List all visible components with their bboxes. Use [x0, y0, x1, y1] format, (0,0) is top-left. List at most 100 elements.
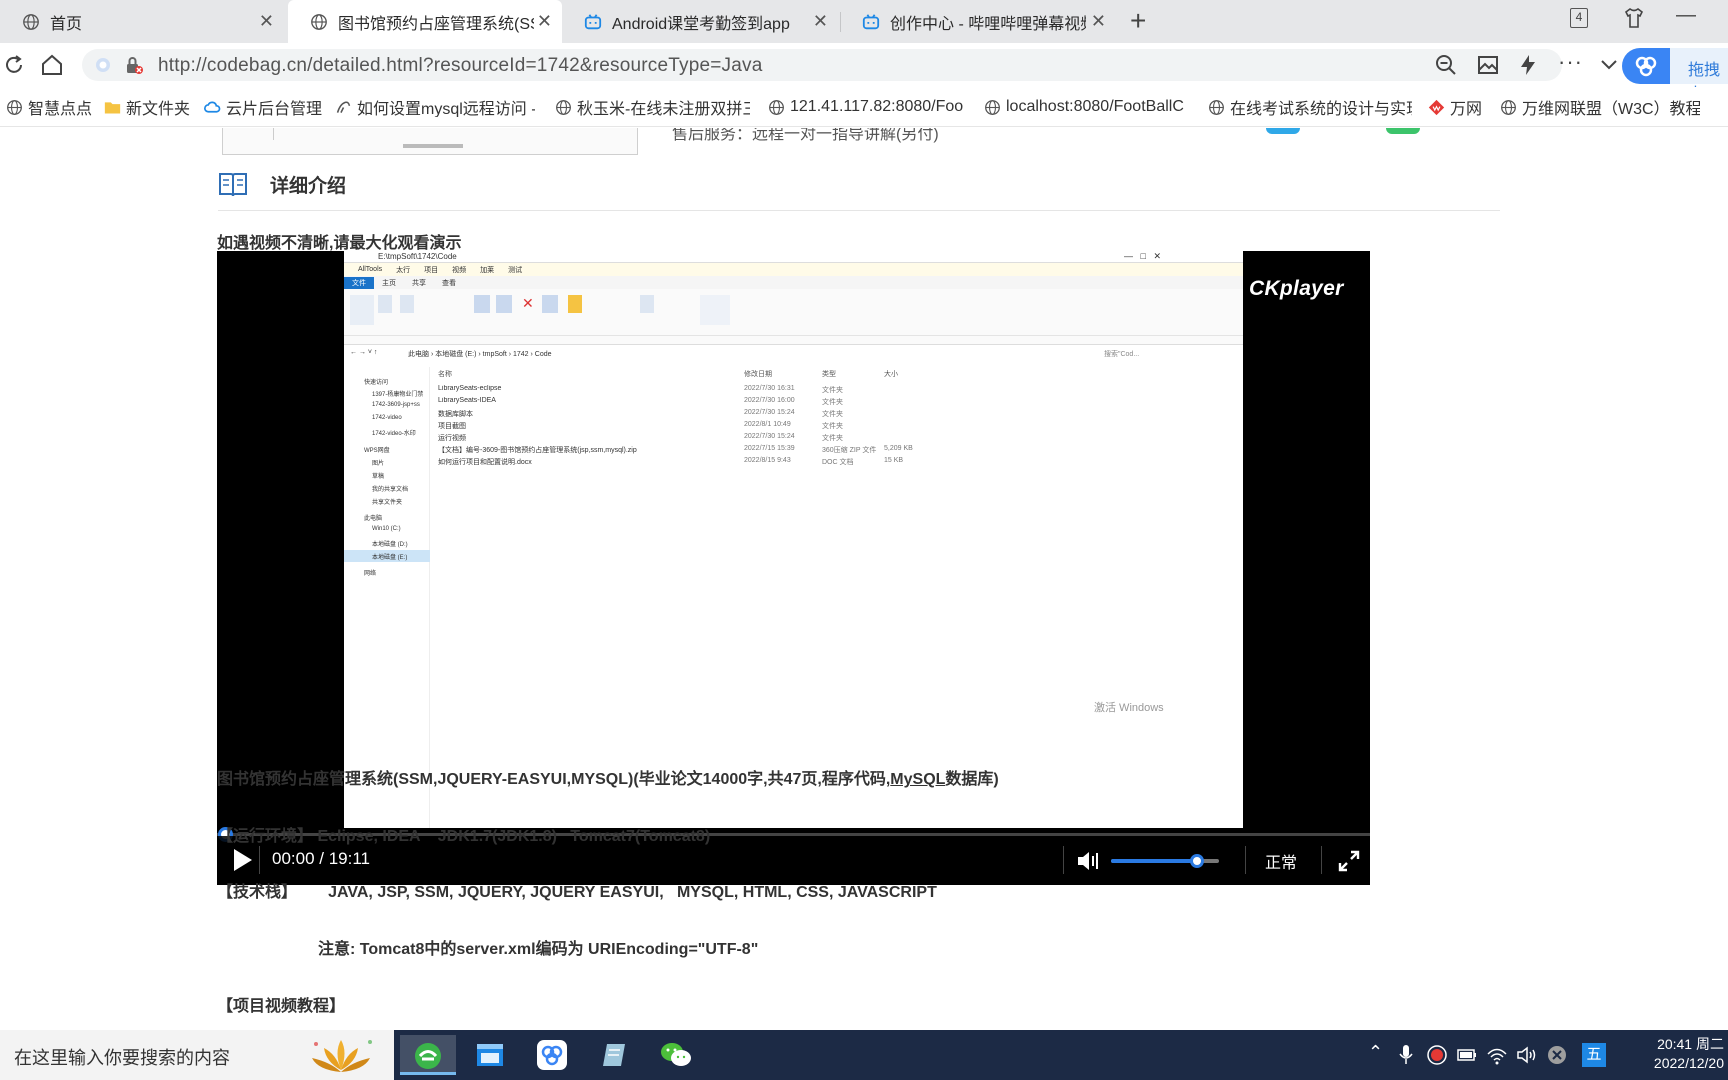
- mysql-link[interactable]: MySQL: [890, 771, 945, 788]
- nav-item: 1397-杨康物业门禁: [372, 392, 424, 398]
- contact-badge[interactable]: [1386, 128, 1420, 134]
- clock-time: 20:41 周二: [1657, 1036, 1724, 1052]
- nav-item: 本地磁盘 (E:): [372, 555, 408, 561]
- volume-knob[interactable]: [1190, 854, 1204, 868]
- tab-creator-center[interactable]: 创作中心 - 哔哩哔哩弹幕视频 ✕: [840, 0, 1116, 43]
- playback-rate-button[interactable]: 正常: [1265, 849, 1297, 873]
- chevron-down-icon[interactable]: [1598, 53, 1620, 75]
- video-tutorial-heading: 【项目视频教程】: [217, 998, 346, 1015]
- folder-icon: [104, 101, 121, 113]
- taskbar-search-input[interactable]: 在这里输入你要搜索的内容: [14, 1044, 230, 1070]
- file-name: 项目截图: [438, 423, 466, 430]
- security-shield-icon[interactable]: [94, 56, 112, 74]
- blocked-icon[interactable]: [1546, 1044, 1568, 1066]
- microphone-icon[interactable]: [1398, 1044, 1414, 1066]
- taskbar-file-explorer[interactable]: [462, 1035, 518, 1075]
- contact-badge[interactable]: [1266, 128, 1300, 134]
- file-type: 文件夹: [822, 387, 843, 394]
- bookmark-item[interactable]: localhost:8080/FootBallC: [984, 97, 1194, 117]
- zoom-out-icon[interactable]: [1434, 53, 1458, 77]
- play-icon[interactable]: [229, 846, 255, 874]
- image-icon[interactable]: [1476, 53, 1500, 77]
- notes-icon: [603, 1044, 625, 1066]
- mysql-icon: [336, 101, 351, 113]
- url-box[interactable]: http://codebag.cn/detailed.html?resource…: [82, 49, 1562, 81]
- more-icon[interactable]: ···: [1558, 49, 1583, 75]
- record-icon[interactable]: [1426, 1044, 1448, 1066]
- bookmark-label: 如何设置mysql远程访问 -: [357, 101, 535, 117]
- battery-icon[interactable]: [1456, 1046, 1478, 1064]
- file-type: 360压缩 ZIP 文件: [822, 447, 877, 454]
- nav-item: 快速访问: [364, 380, 389, 386]
- globe-icon: [311, 13, 327, 30]
- close-icon[interactable]: ✕: [1091, 11, 1106, 31]
- nav-item: 共享文件夹: [372, 500, 403, 506]
- wifi-icon[interactable]: [1486, 1044, 1508, 1066]
- 360-browser-icon: [415, 1043, 441, 1069]
- ime-indicator[interactable]: 五: [1582, 1043, 1606, 1067]
- url-text[interactable]: http://codebag.cn/detailed.html?resource…: [158, 55, 763, 77]
- cloud-icon: [1622, 48, 1670, 84]
- bookmark-item[interactable]: 在线考试系统的设计与实现: [1208, 97, 1412, 117]
- file-explorer-icon: [477, 1044, 503, 1066]
- file-name: 如何运行项目和配置说明.docx: [438, 459, 532, 466]
- explorer-ribbon-tabs: 文件 主页 共享 查看: [344, 276, 1243, 289]
- explorer-quick-bar: AllTools 太行 项目 视频 加莱 测试: [344, 263, 1243, 276]
- bookmark-item[interactable]: 云片后台管理: [204, 97, 324, 117]
- volume-slider[interactable]: [1111, 854, 1219, 868]
- taskbar-clock[interactable]: 20:41 周二 2022/12/20: [1646, 1035, 1724, 1073]
- video-player[interactable]: E:\tmpSoft\1742\Code — □ ✕ AllTools 太行 项…: [217, 251, 1370, 885]
- divider: [218, 210, 1500, 211]
- tab-android-app[interactable]: Android课堂考勤签到app ✕: [562, 0, 838, 43]
- speaker-icon[interactable]: [1516, 1044, 1538, 1066]
- shirt-icon[interactable]: [1622, 6, 1646, 30]
- lightning-icon[interactable]: [1516, 53, 1540, 77]
- insecure-lock-icon[interactable]: [124, 55, 144, 75]
- file-type: 文件夹: [822, 435, 843, 442]
- file-type: 文件夹: [822, 411, 843, 418]
- quick-item: 项目: [424, 266, 439, 274]
- quick-item: 视频: [452, 266, 467, 274]
- refresh-icon[interactable]: [2, 53, 26, 77]
- file-name: 数据库脚本: [438, 411, 473, 418]
- minimize-button[interactable]: —: [1676, 4, 1696, 27]
- tab-count-icon[interactable]: 4: [1570, 8, 1588, 28]
- explorer-titlebar: E:\tmpSoft\1742\Code — □ ✕: [344, 251, 1243, 263]
- taskbar-notes[interactable]: [586, 1035, 642, 1075]
- tab-label: 创作中心 - 哔哩哔哩弹幕视频: [890, 15, 1086, 33]
- home-icon[interactable]: [40, 53, 64, 77]
- quick-item: 测试: [508, 266, 523, 274]
- preview-image: [222, 128, 638, 155]
- bookmark-item[interactable]: 如何设置mysql远程访问 -: [335, 97, 535, 117]
- fullscreen-icon[interactable]: [1337, 849, 1361, 873]
- bookmark-label: 新文件夹: [126, 101, 190, 117]
- bookmark-label: localhost:8080/FootBallC: [1006, 98, 1184, 115]
- nav-item: 我的共享文档: [372, 487, 409, 493]
- close-icon[interactable]: ✕: [259, 11, 274, 31]
- bookmark-item[interactable]: 秋玉米-在线未注册双拼三: [555, 97, 750, 117]
- file-date: 2022/8/1 10:49: [744, 421, 791, 428]
- close-icon[interactable]: ✕: [813, 11, 828, 31]
- explorer-path-title: E:\tmpSoft\1742\Code: [378, 252, 457, 261]
- taskbar-search[interactable]: 在这里输入你要搜索的内容: [0, 1030, 394, 1080]
- bookmark-item[interactable]: 121.41.117.82:8080/Foo: [768, 97, 968, 117]
- quick-item: 太行: [396, 266, 411, 274]
- close-icon[interactable]: ✕: [537, 11, 552, 31]
- bookmark-item[interactable]: 智慧点点: [6, 97, 92, 117]
- ribbon-tab: 共享: [412, 279, 426, 287]
- tab-home[interactable]: 首页 ✕: [0, 0, 284, 43]
- bookmark-item[interactable]: 万网: [1428, 97, 1488, 117]
- taskbar-wechat[interactable]: [648, 1035, 704, 1075]
- bookmark-item[interactable]: 万维网联盟（W3C）教程: [1500, 97, 1700, 117]
- tab-library-system[interactable]: 图书馆预约占座管理系统(SSM ✕: [288, 0, 562, 43]
- taskbar-browser[interactable]: [400, 1035, 456, 1075]
- chevron-up-icon[interactable]: ⌃: [1368, 1042, 1383, 1063]
- bookmark-item[interactable]: 新文件夹: [104, 97, 190, 117]
- taskbar-netdisk[interactable]: [524, 1035, 580, 1075]
- baidu-netdisk-extension[interactable]: 拖拽上: [1622, 48, 1728, 103]
- globe-icon: [23, 13, 39, 30]
- nav-item: WPS网盘: [364, 448, 390, 454]
- new-tab-button[interactable]: +: [1130, 6, 1146, 36]
- file-name: LibrarySeats-IDEA: [438, 397, 496, 404]
- volume-icon[interactable]: [1075, 848, 1101, 874]
